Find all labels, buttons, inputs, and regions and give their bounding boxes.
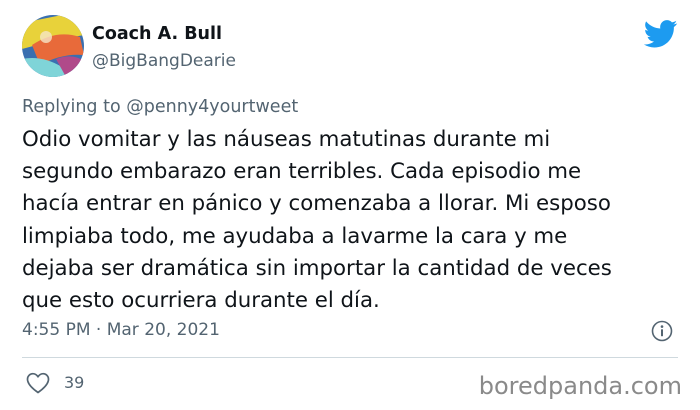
tweet-line: segundo embarazo eran terribles. Cada ep… (22, 159, 582, 185)
tweet-line: limpiaba todo, me ayudaba a lavarme la c… (22, 223, 568, 249)
avatar[interactable] (22, 15, 84, 77)
reply-mention-link[interactable]: @penny4yourtweet (126, 97, 298, 117)
tweet-text: Odio vomitar y las náuseas matutinas dur… (22, 124, 692, 317)
twitter-bird-icon[interactable] (644, 20, 678, 48)
tweet-line: que esto ocurriera durante el día. (22, 288, 380, 314)
tweet-line: dejaba ser dramática sin importar la can… (22, 255, 612, 281)
watermark-logo: boredpanda.com (478, 372, 682, 400)
replying-to-line: Replying to @penny4yourtweet (22, 97, 298, 117)
tweet-date[interactable]: Mar 20, 2021 (107, 320, 220, 340)
meta-separator: · (90, 320, 107, 340)
divider (22, 357, 678, 358)
author-handle[interactable]: @BigBangDearie (92, 51, 236, 71)
reply-prefix: Replying to (22, 97, 127, 117)
tweet-timestamp[interactable]: 4:55 PM · Mar 20, 2021 (22, 320, 220, 340)
tweet-line: Odio vomitar y las náuseas matutinas dur… (22, 127, 551, 152)
tweet-time[interactable]: 4:55 PM (22, 320, 91, 340)
like-count: 39 (64, 373, 85, 392)
author-display-name[interactable]: Coach A. Bull (92, 24, 222, 44)
info-icon[interactable] (651, 320, 673, 342)
tweet-line: hacía entrar en pánico y comenzaba a llo… (22, 191, 611, 217)
heart-icon[interactable] (26, 372, 50, 394)
